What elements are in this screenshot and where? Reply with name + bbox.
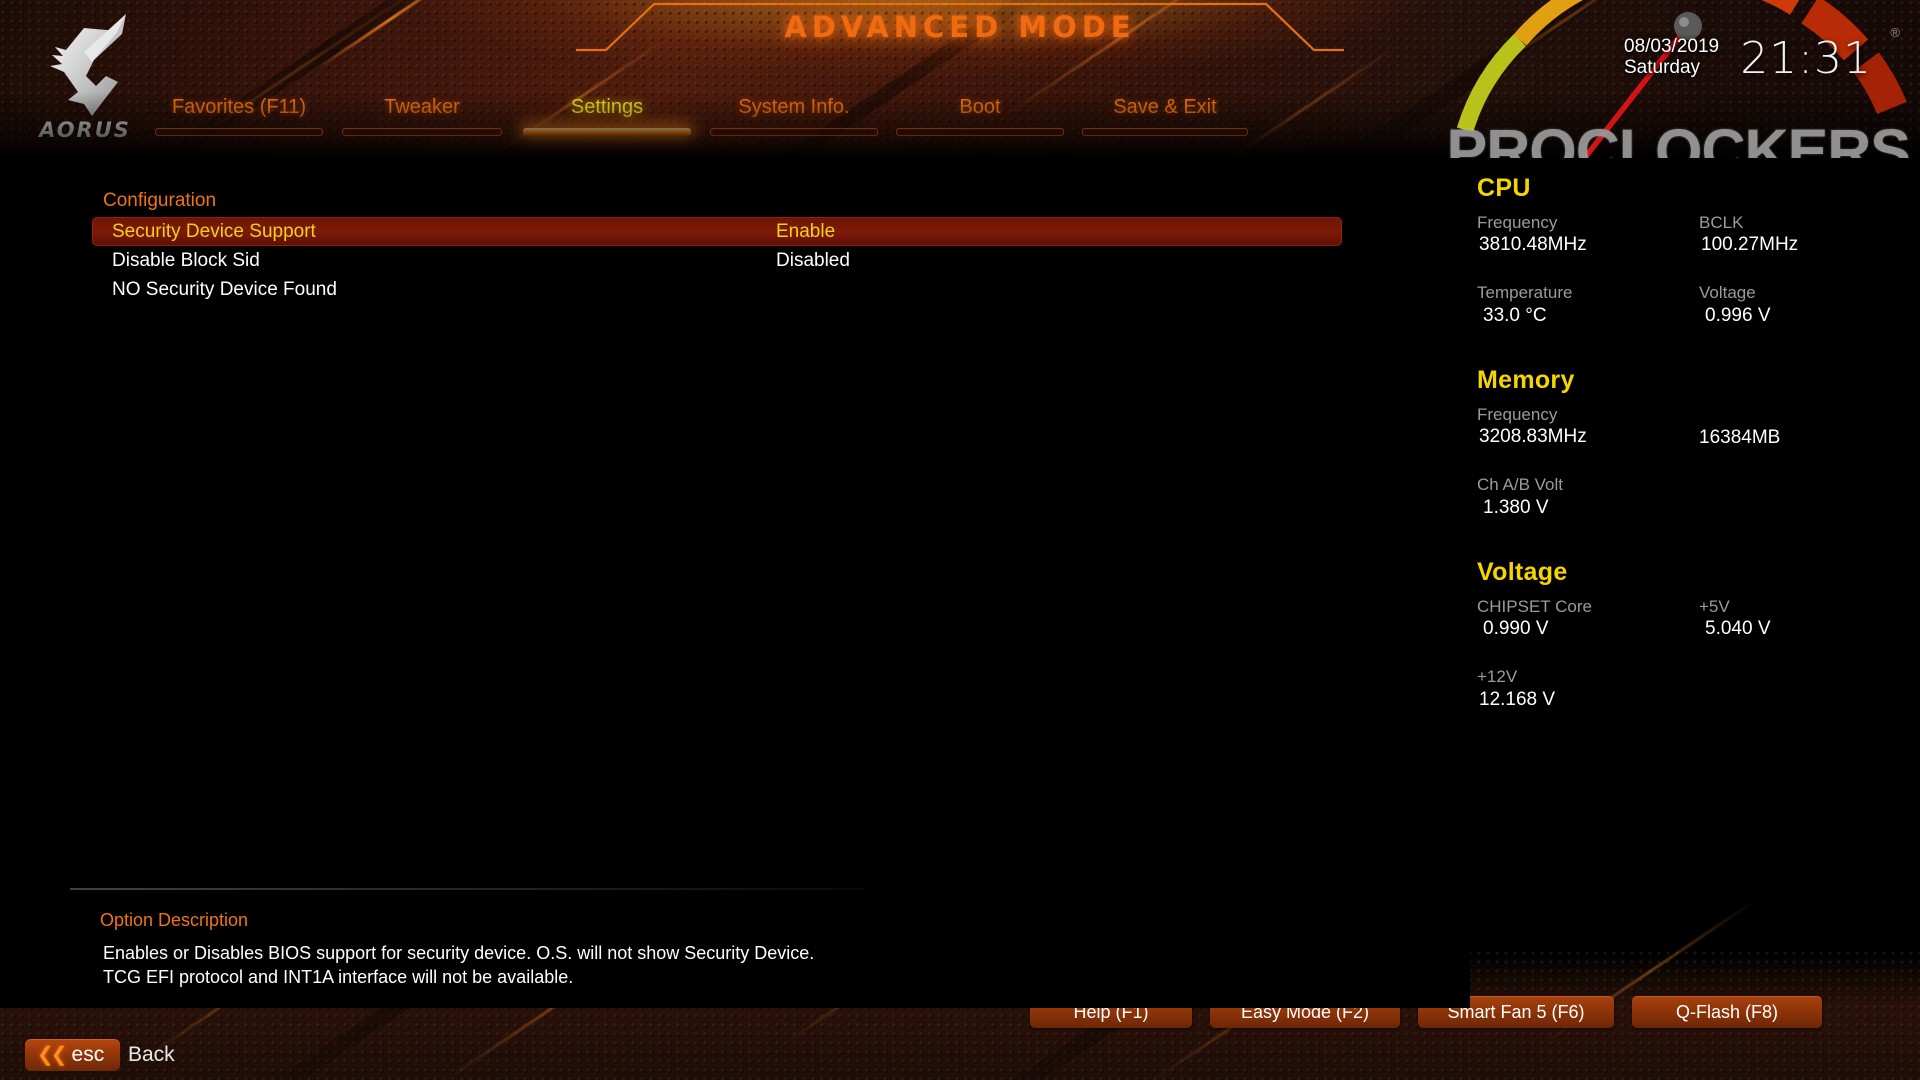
monitor-value: 33.0 °C [1483,304,1547,326]
sidebar-heading: CPU [1477,174,1531,202]
monitor-item: BCLK 100.27MHz [1699,212,1897,257]
settings-list: Security Device Support Enable Disable B… [92,217,1342,304]
monitor-value: 16384MB [1699,427,1781,448]
setting-label: NO Security Device Found [112,279,337,300]
setting-value[interactable]: Disabled [776,246,850,275]
monitor-label: +5V [1699,597,1730,616]
divider [70,888,865,890]
setting-label: Security Device Support [112,221,316,242]
monitor-label: Temperature [1477,283,1573,303]
monitor-label: BCLK [1699,213,1744,232]
setting-value[interactable]: Enable [776,217,835,246]
description-line-1: Enables or Disables BIOS support for sec… [103,943,815,963]
setting-label: Disable Block Sid [112,250,260,271]
monitor-value: 3810.48MHz [1479,234,1587,256]
sidebar-heading: Memory [1477,366,1575,394]
registered-trademark-icon: ® [1890,25,1900,40]
double-chevron-left-icon: ❮❮ [37,1044,67,1066]
sidebar-heading: Voltage [1477,558,1568,586]
monitor-item: +5V 5.040 V [1699,596,1897,641]
monitor-item: CHIPSET Core 0.990 V [1477,596,1699,641]
monitor-label: Frequency [1477,213,1558,232]
sidebar-block-memory: Memory Frequency 3208.83MHz 16384MB Ch A… [1477,366,1897,520]
monitor-label: Ch A/B Volt [1477,475,1563,495]
monitor-value: 5.040 V [1705,618,1771,640]
monitor-value: 0.996 V [1705,304,1771,326]
sidebar-block-cpu: CPU Frequency 3810.48MHz BCLK 100.27MHz … [1477,174,1897,328]
monitor-item: Frequency 3208.83MHz [1477,404,1699,449]
monitor-value: 1.380 V [1483,496,1549,518]
table-row[interactable]: Disable Block Sid Disabled [92,246,1342,275]
monitor-item: Voltage 0.996 V [1699,282,1897,327]
monitor-item: +12V 12.168 V [1477,666,1699,711]
monitor-value: 12.168 V [1479,688,1556,710]
back-label: Back [128,1043,175,1066]
monitor-item [1699,666,1897,711]
option-description-text: Enables or Disables BIOS support for sec… [103,941,1403,989]
sidebar-block-voltage: Voltage CHIPSET Core 0.990 V +5V 5.040 V… [1477,558,1897,712]
monitor-item: Ch A/B Volt 1.380 V [1477,474,1699,519]
q-flash-button[interactable]: Q-Flash (F8) [1632,996,1822,1028]
option-description-title: Option Description [100,910,249,930]
settings-content-panel: Configuration Security Device Support En… [0,158,1470,888]
esc-back-button[interactable]: ❮❮ esc [25,1039,121,1071]
table-row[interactable]: Security Device Support Enable [92,217,1342,246]
monitor-label: +12V [1477,667,1518,687]
monitor-label: CHIPSET Core [1477,597,1592,616]
system-time: 21:31 [1740,33,1872,84]
description-line-2: TCG EFI protocol and INT1A interface wil… [103,967,574,988]
bios-advanced-mode-screen: ADVANCED MODE AORUS Favorites (F11) [0,0,1920,1080]
monitor-item [1699,474,1897,519]
option-description-panel: Option Description Enables or Disables B… [0,888,1470,1008]
esc-key-label: esc [71,1043,105,1066]
hardware-monitor-sidebar: CPU Frequency 3810.48MHz BCLK 100.27MHz … [1470,158,1920,888]
section-title-configuration: Configuration [103,190,217,211]
monitor-item: Temperature 33.0 °C [1477,282,1699,327]
monitor-item: 16384MB [1699,404,1897,449]
monitor-label: Voltage [1699,283,1756,303]
monitor-value: 0.990 V [1483,618,1549,640]
table-row: NO Security Device Found [92,275,1342,304]
monitor-label: Frequency [1477,405,1558,424]
monitor-value: 100.27MHz [1701,234,1799,256]
monitor-item: Frequency 3810.48MHz [1477,212,1699,257]
monitor-value: 3208.83MHz [1479,426,1587,448]
